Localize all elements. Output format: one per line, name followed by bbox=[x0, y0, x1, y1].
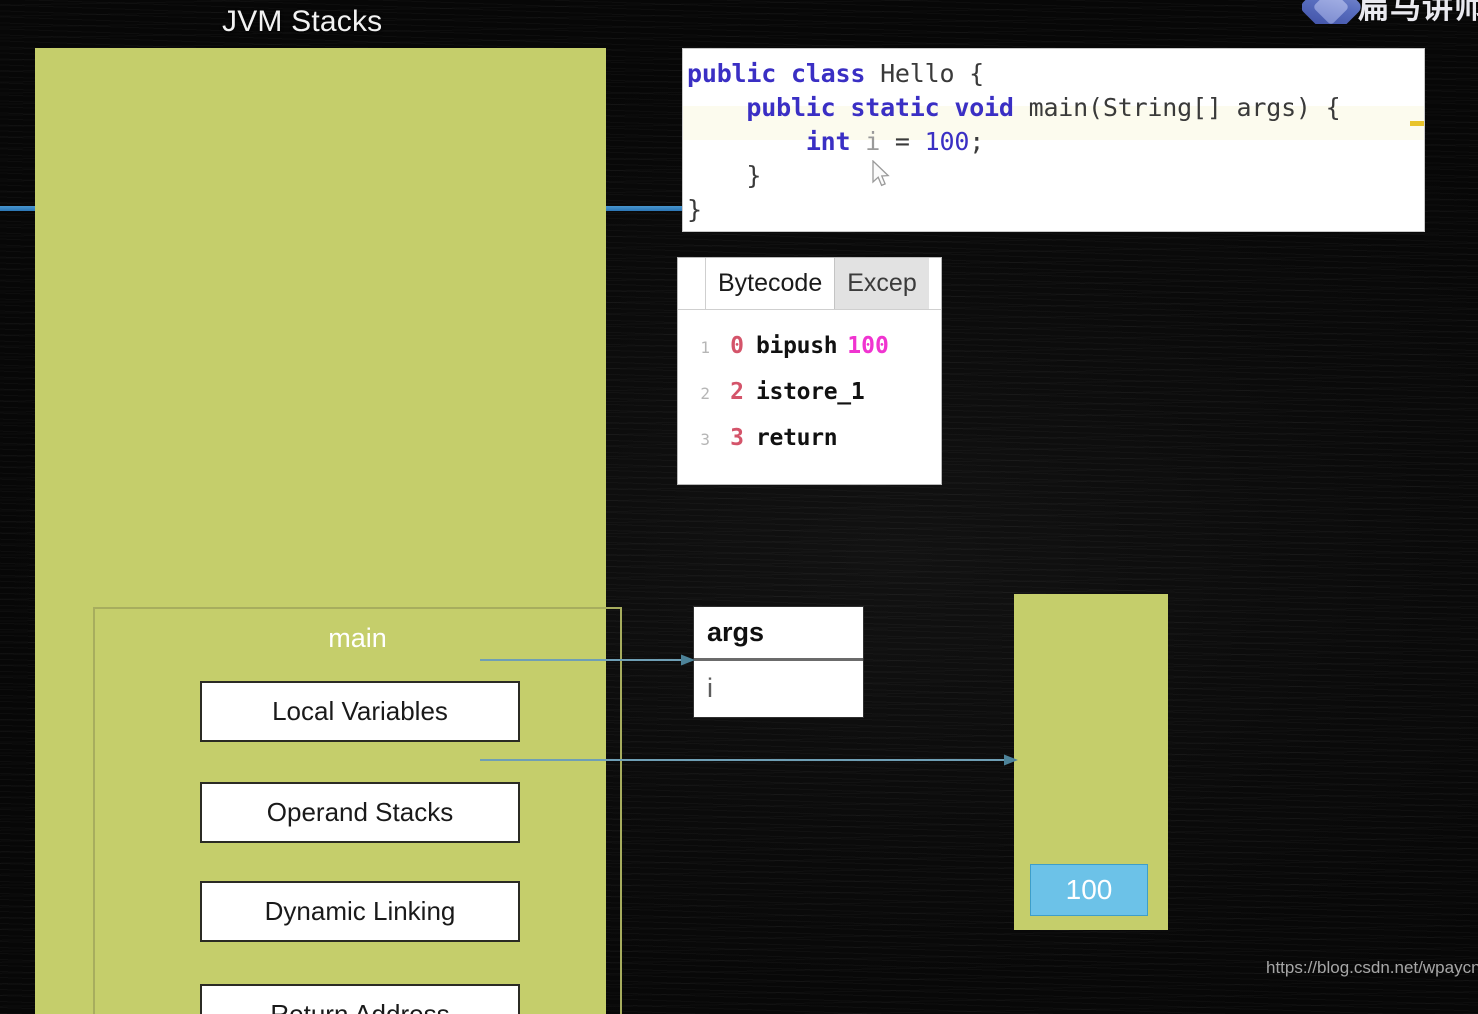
arrow-local-variables-to-table bbox=[480, 654, 695, 666]
operand-stack-top-value: 100 bbox=[1030, 864, 1148, 916]
frame-part-operand-stacks: Operand Stacks bbox=[200, 782, 520, 843]
jvm-stack-region: main Local Variables Operand Stacks Dyna… bbox=[35, 48, 622, 1014]
code-token: Hello { bbox=[880, 59, 985, 88]
tab-label: Bytecode bbox=[718, 269, 823, 297]
local-variable-name: i bbox=[707, 672, 713, 703]
code-token: main(String[] args) { bbox=[1028, 93, 1341, 122]
frame-part-return-address: Return Address bbox=[200, 984, 520, 1014]
watermark: https://blog.csdn.net/wpaycn bbox=[1266, 958, 1478, 977]
bytecode-opcode: istore_1 bbox=[756, 379, 865, 405]
frame-part-label: Local Variables bbox=[272, 696, 448, 726]
brand-logo: 扁马讲师 bbox=[1302, 0, 1478, 24]
bytecode-instruction-list: 1 0 bipush 100 2 2 istore_1 3 3 return bbox=[678, 311, 941, 471]
blue-divider-line-left bbox=[0, 206, 36, 211]
local-variable-slot: args bbox=[694, 607, 863, 661]
bytecode-offset: 0 bbox=[730, 333, 744, 359]
bytecode-opcode: return bbox=[756, 425, 838, 451]
bytecode-offset: 2 bbox=[730, 379, 744, 405]
code-token: i bbox=[865, 127, 895, 156]
tab-left-stub bbox=[678, 258, 706, 309]
frame-part-dynamic-linking: Dynamic Linking bbox=[200, 881, 520, 942]
operand-value-label: 100 bbox=[1065, 874, 1113, 905]
code-token: ; bbox=[969, 127, 985, 156]
operand-stack-column: 100 bbox=[1014, 594, 1168, 930]
code-token: static bbox=[850, 93, 955, 122]
local-variable-slot: i bbox=[694, 661, 863, 715]
code-token: } bbox=[687, 195, 702, 224]
bytecode-operand: 100 bbox=[847, 333, 889, 359]
bytecode-opcode: bipush bbox=[756, 333, 838, 359]
bytecode-row: 3 3 return bbox=[678, 425, 941, 471]
arrow-operand-stacks-to-column bbox=[480, 754, 1018, 766]
bytecode-offset: 3 bbox=[730, 425, 744, 451]
brand-logo-text: 扁马讲师 bbox=[1358, 0, 1478, 24]
code-line: public static void main(String[] args) { bbox=[687, 91, 1341, 125]
code-editor-panel[interactable]: public class Hello { public static void … bbox=[682, 48, 1425, 232]
blue-divider-line-middle bbox=[606, 206, 682, 211]
tab-label: Excep bbox=[847, 269, 917, 297]
code-line: } bbox=[687, 193, 702, 227]
frame-part-label: Dynamic Linking bbox=[264, 896, 456, 926]
code-token: 100 bbox=[924, 127, 970, 156]
diamond-logo-icon bbox=[1302, 0, 1364, 24]
code-line: int i = 100; bbox=[687, 125, 984, 159]
frame-part-label: Return Address bbox=[270, 999, 450, 1014]
frame-part-label: Operand Stacks bbox=[266, 797, 454, 827]
bytecode-row: 1 0 bipush 100 bbox=[678, 333, 941, 379]
tab-exceptions[interactable]: Excep bbox=[834, 258, 929, 309]
mouse-cursor-icon bbox=[872, 160, 890, 187]
bytecode-row: 2 2 istore_1 bbox=[678, 379, 941, 425]
local-variable-name: args bbox=[707, 617, 765, 647]
code-token: } bbox=[687, 161, 762, 190]
slide-canvas: 扁马讲师 JVM Stacks main Local Variables Ope… bbox=[0, 0, 1478, 1014]
gutter-marker-icon bbox=[1410, 121, 1424, 126]
local-variables-table: args i bbox=[693, 606, 864, 718]
bytecode-panel[interactable]: Bytecode Excep 1 0 bipush 100 2 2 istore… bbox=[677, 257, 942, 485]
code-token: void bbox=[954, 93, 1029, 122]
bytecode-line-number: 3 bbox=[700, 430, 710, 449]
code-line: } bbox=[687, 159, 761, 193]
code-token: public bbox=[746, 93, 851, 122]
code-line: public class Hello { bbox=[687, 57, 984, 91]
code-token: int bbox=[805, 127, 866, 156]
code-token: class bbox=[790, 59, 881, 88]
page-title: JVM Stacks bbox=[222, 5, 383, 38]
bytecode-line-number: 1 bbox=[700, 338, 710, 357]
bytecode-tab-bar: Bytecode Excep bbox=[678, 258, 941, 310]
code-token: public bbox=[687, 59, 791, 88]
code-token: = bbox=[894, 127, 925, 156]
bytecode-line-number: 2 bbox=[700, 384, 710, 403]
frame-part-local-variables: Local Variables bbox=[200, 681, 520, 742]
tab-bytecode[interactable]: Bytecode bbox=[706, 258, 835, 309]
